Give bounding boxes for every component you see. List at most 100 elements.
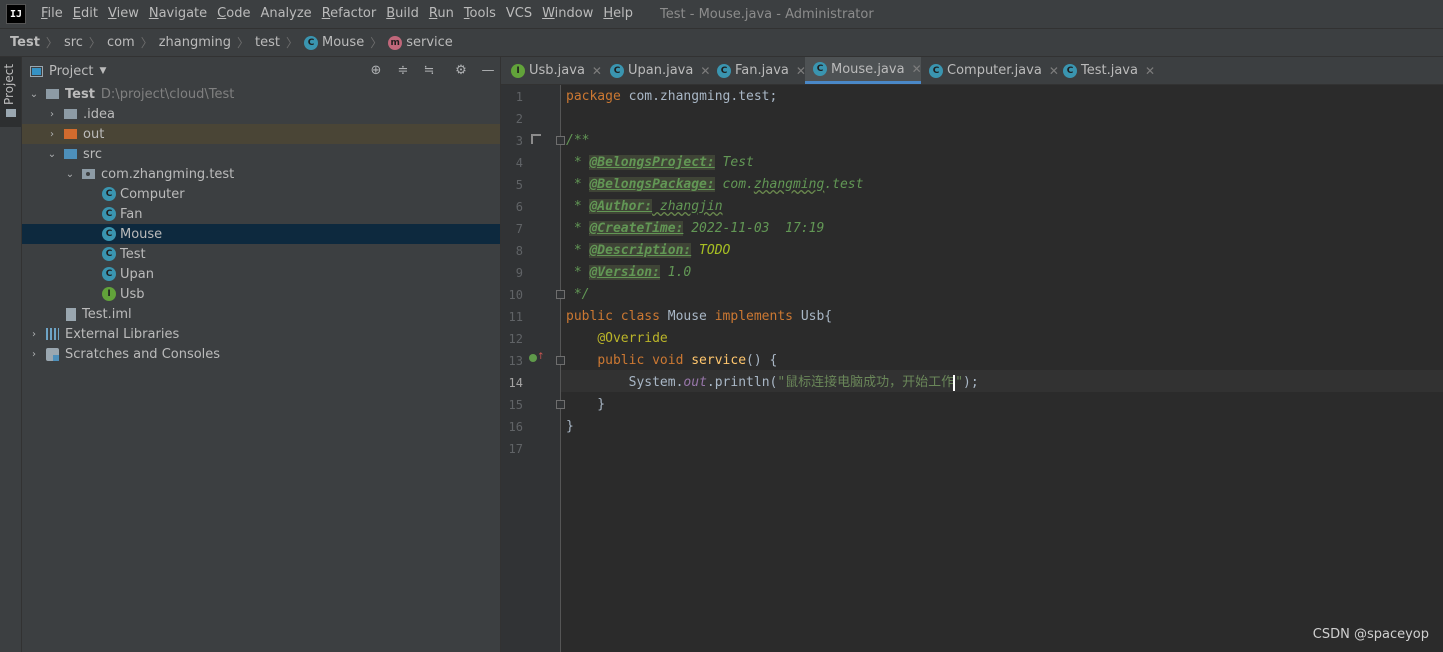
tool-window-strip: Project xyxy=(0,57,22,652)
chevron-down-icon[interactable]: ▼ xyxy=(99,66,106,76)
class-icon: C xyxy=(717,63,731,78)
menu-view[interactable]: View xyxy=(103,0,144,28)
chevron-down-icon[interactable]: ⌄ xyxy=(28,88,40,100)
method-icon: m xyxy=(388,35,403,50)
line-number: 1 xyxy=(515,90,523,104)
tree-item-src[interactable]: ⌄ src xyxy=(22,144,500,164)
tab-usb-java[interactable]: I Usb.java ✕ xyxy=(503,57,610,84)
tree-item-computer[interactable]: C Computer xyxy=(22,184,500,204)
tree-item-label: Usb xyxy=(120,286,145,302)
tree-item-idea[interactable]: › .idea xyxy=(22,104,500,124)
menu-label: elp xyxy=(613,6,634,21)
chevron-down-icon[interactable]: ⌄ xyxy=(64,168,76,180)
doc-prefix: * xyxy=(566,221,590,236)
menu-file[interactable]: File xyxy=(36,0,68,28)
close-icon[interactable]: ✕ xyxy=(1145,64,1155,78)
tree-item-project-root[interactable]: ⌄ Test D:\project\cloud\Test xyxy=(22,84,500,104)
fold-marker-icon[interactable] xyxy=(556,400,565,409)
line-number-current: 14 xyxy=(508,376,523,390)
breadcrumb-item-class[interactable]: C Mouse xyxy=(304,35,364,50)
tree-item-usb[interactable]: I Usb xyxy=(22,284,500,304)
minimize-icon[interactable]: — xyxy=(481,64,495,78)
tab-mouse-java[interactable]: C Mouse.java ✕ xyxy=(805,57,922,84)
menu-code[interactable]: Code xyxy=(212,0,255,28)
breadcrumb-item[interactable]: test xyxy=(255,35,280,50)
code-line: package com.zhangming.test; xyxy=(566,86,777,108)
breadcrumb-item[interactable]: zhangming xyxy=(159,35,231,50)
tree-item-label: External Libraries xyxy=(65,326,180,342)
menu-edit[interactable]: Edit xyxy=(68,0,103,28)
tree-item-upan[interactable]: C Upan xyxy=(22,264,500,284)
doc-prefix: * xyxy=(566,177,590,192)
folder-icon xyxy=(6,109,16,117)
code-line: @Override xyxy=(566,328,668,350)
locate-icon[interactable]: ⊕ xyxy=(369,64,383,78)
menu-refactor[interactable]: Refactor xyxy=(317,0,382,28)
menu-window[interactable]: Window xyxy=(537,0,598,28)
menu-tools[interactable]: Tools xyxy=(459,0,501,28)
tree-item-out[interactable]: › out xyxy=(22,124,500,144)
tree-item-iml[interactable]: Test.iml xyxy=(22,304,500,324)
annotation: @Override xyxy=(597,331,668,346)
fold-marker-icon[interactable] xyxy=(556,136,565,145)
tab-upan-java[interactable]: C Upan.java ✕ xyxy=(602,57,718,84)
tree-item-label: out xyxy=(83,126,105,142)
implements-method-icon[interactable] xyxy=(529,354,537,362)
tree-item-external-libraries[interactable]: › External Libraries xyxy=(22,324,500,344)
doc-prefix: * xyxy=(566,199,590,214)
doc-tag: @Author: xyxy=(589,199,653,214)
collapse-all-icon[interactable]: ≒ xyxy=(422,64,436,78)
line-number: 8 xyxy=(515,244,523,258)
tree-item-test[interactable]: C Test xyxy=(22,244,500,264)
editor-area: I Usb.java ✕ C Upan.java ✕ C Fan.java ✕ … xyxy=(501,57,1443,652)
menu-build[interactable]: Build xyxy=(381,0,424,28)
code-line: } xyxy=(566,397,606,412)
tree-item-scratches[interactable]: › Scratches and Consoles xyxy=(22,344,500,364)
code-line: public void service() { xyxy=(566,350,777,372)
breadcrumb-item-method[interactable]: m service xyxy=(388,35,453,50)
breadcrumb-separator-icon: 〉 xyxy=(45,36,58,50)
chevron-down-icon[interactable]: ⌄ xyxy=(46,148,58,160)
class-icon: C xyxy=(102,227,116,241)
menu-analyze[interactable]: Analyze xyxy=(255,0,316,28)
fold-marker-icon[interactable] xyxy=(556,290,565,299)
breadcrumb-item[interactable]: Test xyxy=(10,35,40,50)
fold-marker-icon[interactable] xyxy=(556,356,565,365)
keyword: implements xyxy=(714,309,793,324)
project-view-selector[interactable]: Project xyxy=(49,64,93,79)
tab-computer-java[interactable]: C Computer.java ✕ xyxy=(921,57,1067,84)
module-file-icon xyxy=(66,307,76,321)
menu-vcs[interactable]: VCS xyxy=(501,0,537,28)
tab-fan-java[interactable]: C Fan.java ✕ xyxy=(709,57,814,84)
project-tool-tab[interactable]: Project xyxy=(0,57,21,127)
code-line: */ xyxy=(566,287,590,302)
tree-item-package[interactable]: ⌄ com.zhangming.test xyxy=(22,164,500,184)
chevron-right-icon[interactable]: › xyxy=(46,128,58,140)
chevron-right-icon[interactable]: › xyxy=(28,348,40,360)
logo-text: IJ xyxy=(9,8,23,20)
menu-label: Analyze xyxy=(260,6,312,21)
code-line: } xyxy=(566,419,574,434)
tab-test-java[interactable]: C Test.java ✕ xyxy=(1055,57,1163,84)
menu-help[interactable]: Help xyxy=(598,0,638,28)
menu-mnemonic: E xyxy=(72,6,81,21)
chevron-right-icon[interactable]: › xyxy=(28,328,40,340)
menu-mnemonic: R xyxy=(321,6,331,21)
tree-item-fan[interactable]: C Fan xyxy=(22,204,500,224)
chevron-right-icon[interactable]: › xyxy=(46,108,58,120)
tree-item-label: Test xyxy=(65,86,95,102)
expand-all-icon[interactable]: ≑ xyxy=(396,64,410,78)
breadcrumb-item[interactable]: src xyxy=(64,35,83,50)
gear-icon[interactable]: ⚙ xyxy=(454,64,468,78)
menu-navigate[interactable]: Navigate xyxy=(144,0,212,28)
class-name: Mouse xyxy=(659,309,715,324)
close-icon[interactable]: ✕ xyxy=(592,64,602,78)
doc-render-icon[interactable] xyxy=(531,134,541,144)
menu-label: un xyxy=(437,6,454,21)
menu-run[interactable]: Run xyxy=(424,0,459,28)
breadcrumb-separator-icon: 〉 xyxy=(286,36,299,50)
breadcrumb-item[interactable]: com xyxy=(107,35,135,50)
tree-item-label: Test xyxy=(120,246,146,262)
tree-item-mouse[interactable]: C Mouse xyxy=(22,224,500,244)
